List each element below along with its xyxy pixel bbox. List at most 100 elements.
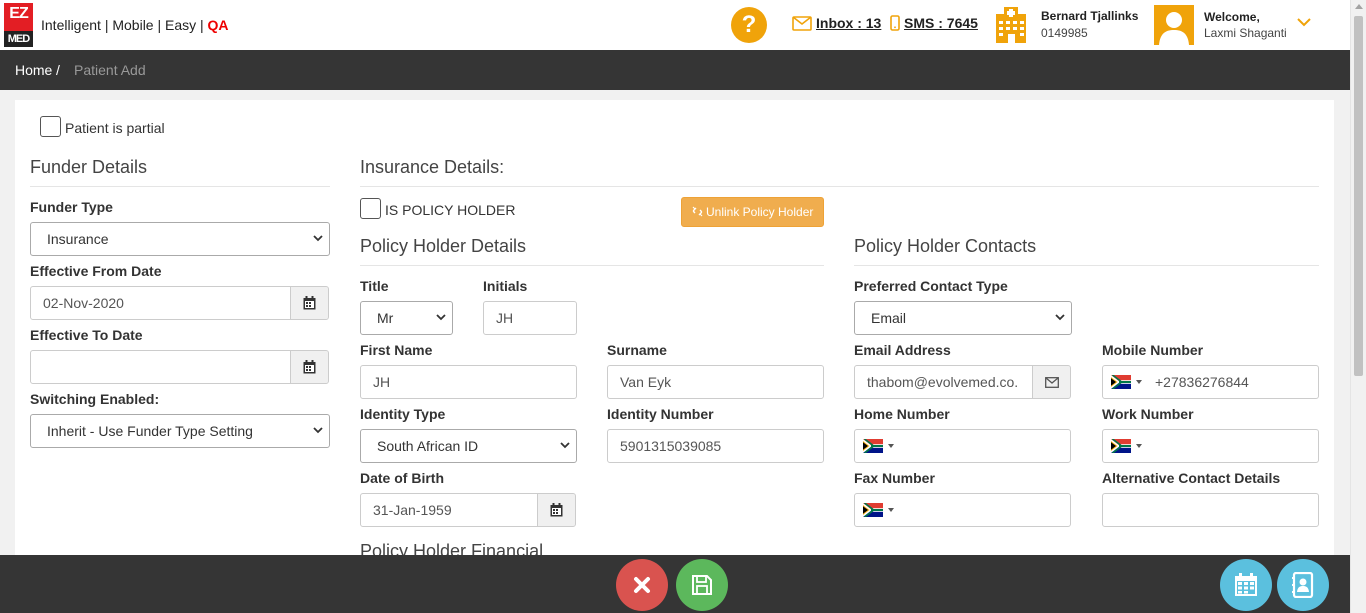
title-value: Mr xyxy=(377,310,394,326)
south-africa-flag-icon xyxy=(863,439,883,453)
identity-type-value: South African ID xyxy=(377,438,479,454)
alternative-contact-label: Alternative Contact Details xyxy=(1102,470,1281,486)
preferred-contact-select[interactable]: Email xyxy=(854,301,1072,335)
south-africa-flag-icon xyxy=(1111,439,1131,453)
mobile-number-input[interactable]: +27836276844 xyxy=(1102,365,1319,399)
email-address-input[interactable]: thabom@evolvemed.co. xyxy=(854,365,1071,399)
breadcrumb-current: Patient Add xyxy=(74,62,146,78)
sms-link[interactable]: SMS : 7645 xyxy=(890,15,978,31)
funder-type-label: Funder Type xyxy=(30,199,113,215)
caret-down-icon xyxy=(1136,444,1142,448)
tagline-text: Intelligent | Mobile | Easy | xyxy=(41,17,208,33)
vertical-scrollbar[interactable] xyxy=(1350,0,1366,613)
unlink-icon xyxy=(692,206,703,217)
country-code-dropdown[interactable] xyxy=(1111,439,1142,453)
identity-number-label: Identity Number xyxy=(607,406,714,422)
email-addon xyxy=(1032,366,1070,398)
date-of-birth-value: 31-Jan-1959 xyxy=(373,502,452,518)
mobile-number-value: +27836276844 xyxy=(1155,374,1249,390)
logo-text-bottom: MED xyxy=(4,31,33,47)
effective-from-value: 02-Nov-2020 xyxy=(43,295,124,311)
avatar[interactable] xyxy=(1154,5,1194,45)
chevron-down-icon[interactable] xyxy=(1297,18,1311,27)
date-of-birth-calendar-button[interactable] xyxy=(537,494,575,526)
inbox-link[interactable]: Inbox : 13 xyxy=(792,15,881,31)
ezmed-logo[interactable]: EZ MED xyxy=(4,3,33,47)
patient-partial-checkbox[interactable] xyxy=(40,116,61,137)
effective-to-calendar-button[interactable] xyxy=(290,351,328,383)
calendar-icon xyxy=(303,296,316,310)
south-africa-flag-icon xyxy=(863,503,883,517)
email-address-value: thabom@evolvemed.co. xyxy=(867,374,1019,390)
breadcrumb-home-link[interactable]: Home xyxy=(15,62,52,78)
initials-input[interactable]: JH xyxy=(483,301,577,335)
first-name-input[interactable]: JH xyxy=(360,365,577,399)
preferred-contact-value: Email xyxy=(871,310,907,326)
funder-details-title: Funder Details xyxy=(30,157,148,177)
patient-add-form: Patient is partial Funder Details Funder… xyxy=(15,100,1334,561)
divider xyxy=(30,186,330,187)
patient-partial-label: Patient is partial xyxy=(65,120,165,136)
country-code-dropdown[interactable] xyxy=(863,439,894,453)
switching-enabled-select[interactable]: Inherit - Use Funder Type Setting xyxy=(30,414,330,448)
caret-down-icon xyxy=(888,444,894,448)
hospital-icon[interactable] xyxy=(995,6,1027,44)
divider xyxy=(854,265,1319,266)
scrollbar-thumb[interactable] xyxy=(1354,16,1363,376)
switching-enabled-label: Switching Enabled: xyxy=(30,391,160,407)
alternative-contact-input[interactable] xyxy=(1102,493,1319,527)
divider xyxy=(360,186,1319,187)
country-code-dropdown[interactable] xyxy=(863,503,894,517)
policy-holder-checkbox[interactable] xyxy=(360,198,381,219)
effective-to-input[interactable] xyxy=(30,350,329,384)
envelope-icon xyxy=(1044,376,1059,388)
surname-label: Surname xyxy=(607,342,667,358)
scroll-up-arrow-icon[interactable] xyxy=(1355,4,1363,9)
envelope-icon xyxy=(792,15,812,31)
date-of-birth-label: Date of Birth xyxy=(360,470,444,486)
south-africa-flag-icon xyxy=(1111,375,1131,389)
initials-label: Initials xyxy=(483,278,528,294)
mobile-number-label: Mobile Number xyxy=(1102,342,1204,358)
country-code-dropdown[interactable] xyxy=(1111,375,1142,389)
contacts-button[interactable] xyxy=(1277,559,1329,611)
policy-holder-contacts-title: Policy Holder Contacts xyxy=(854,236,1037,256)
identity-type-select[interactable]: South African ID xyxy=(360,429,577,463)
switching-enabled-value: Inherit - Use Funder Type Setting xyxy=(47,423,253,439)
user-name: Laxmi Shaganti xyxy=(1204,26,1287,40)
unlink-policy-holder-label: Unlink Policy Holder xyxy=(705,205,814,219)
preferred-contact-label: Preferred Contact Type xyxy=(854,278,1008,294)
chevron-down-icon xyxy=(1055,314,1065,321)
initials-value: JH xyxy=(496,310,514,326)
work-number-input[interactable] xyxy=(1102,429,1319,463)
cancel-button[interactable] xyxy=(616,559,668,611)
title-label: Title xyxy=(360,278,389,294)
app-tagline: Intelligent | Mobile | Easy | QA xyxy=(41,17,229,33)
date-of-birth-input[interactable]: 31-Jan-1959 xyxy=(360,493,576,527)
effective-from-calendar-button[interactable] xyxy=(290,287,328,319)
unlink-policy-holder-button[interactable]: Unlink Policy Holder xyxy=(681,197,824,227)
chevron-down-icon xyxy=(313,427,323,434)
help-button[interactable]: ? xyxy=(731,7,767,43)
funder-type-select[interactable]: Insurance xyxy=(30,222,330,256)
breadcrumb-separator: / xyxy=(56,62,60,78)
identity-number-value: 5901315039085 xyxy=(620,438,722,454)
save-button[interactable] xyxy=(676,559,728,611)
effective-from-input[interactable]: 02-Nov-2020 xyxy=(30,286,329,320)
question-icon: ? xyxy=(741,11,757,38)
fax-number-input[interactable] xyxy=(854,493,1071,527)
identity-number-input[interactable]: 5901315039085 xyxy=(607,429,824,463)
practitioner-number: 0149985 xyxy=(1041,26,1088,40)
home-number-input[interactable] xyxy=(854,429,1071,463)
surname-input[interactable]: Van Eyk xyxy=(607,365,824,399)
title-select[interactable]: Mr xyxy=(360,301,453,335)
calendar-icon xyxy=(303,360,316,374)
floppy-disk-icon xyxy=(692,575,712,595)
home-number-label: Home Number xyxy=(854,406,950,422)
calendar-button[interactable] xyxy=(1220,559,1272,611)
environment-label: QA xyxy=(207,17,229,33)
caret-down-icon xyxy=(1136,380,1142,384)
mobile-phone-icon xyxy=(890,15,900,31)
chevron-down-icon xyxy=(313,235,323,242)
calendar-icon xyxy=(550,503,563,517)
